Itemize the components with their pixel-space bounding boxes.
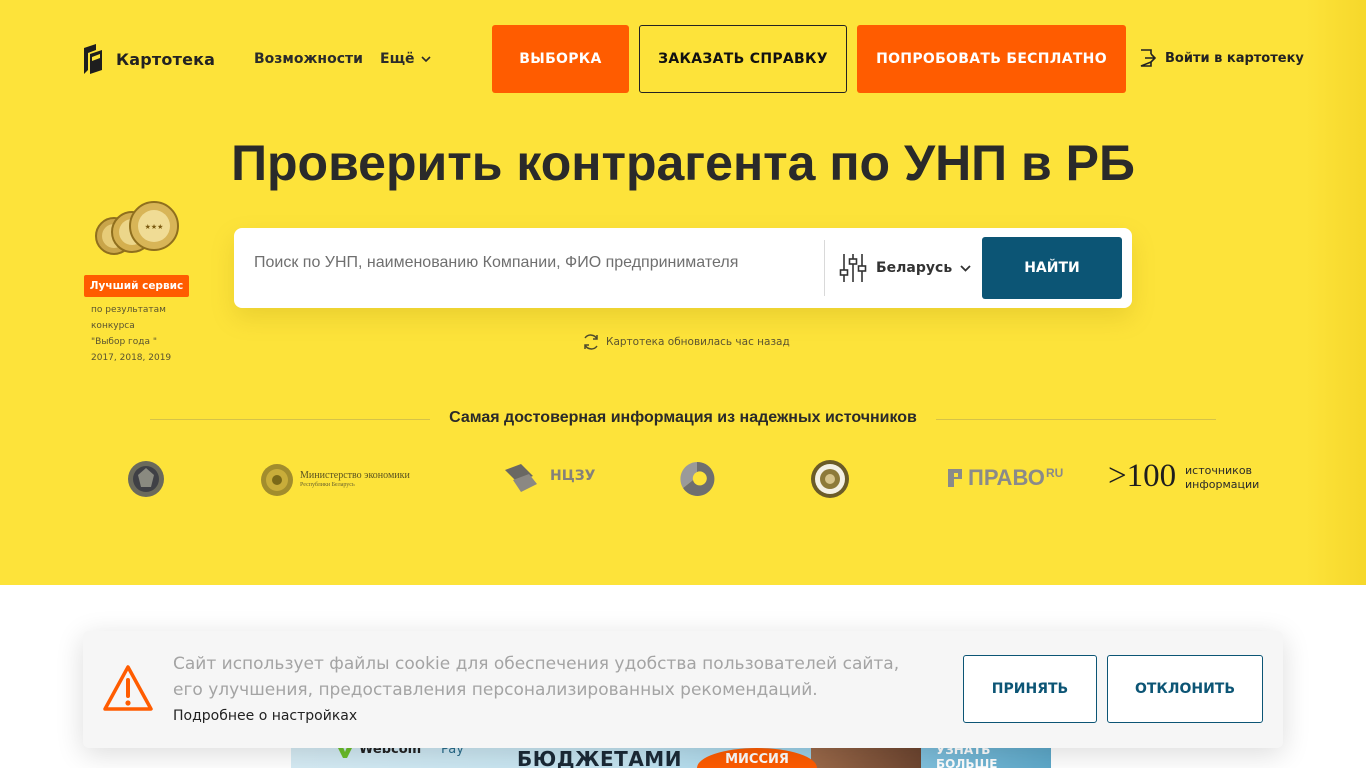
- warning-icon: [103, 665, 153, 711]
- selection-button[interactable]: ВЫБОРКА: [492, 25, 629, 93]
- country-label: Беларусь: [876, 260, 953, 276]
- pravo-name: ПРАВО: [968, 465, 1045, 490]
- update-status-text: Картотека обновилась час назад: [606, 336, 790, 348]
- ministry-subtitle: Республики Беларусь: [300, 482, 355, 488]
- hero-section: Картотека Возможности Ещё ВЫБОРКА ЗАКАЗА…: [0, 0, 1366, 585]
- sources-count-label-line: источников: [1185, 464, 1253, 477]
- chevron-down-icon: [420, 56, 431, 62]
- accept-cookies-button[interactable]: ПРИНЯТЬ: [963, 655, 1097, 723]
- award-badge: Лучший сервис: [84, 275, 189, 297]
- find-button[interactable]: НАЙТИ: [982, 237, 1122, 299]
- ad-headline: БЮДЖЕТАМИ: [517, 747, 682, 768]
- sources-count-label-line: информации: [1185, 478, 1260, 491]
- brand-logo[interactable]: Картотека: [84, 44, 215, 74]
- search-divider: [824, 240, 825, 296]
- registry-logo-icon: [680, 461, 715, 496]
- try-free-button[interactable]: ПОПРОБОВАТЬ БЕСПЛАТНО: [857, 25, 1126, 93]
- cookie-text: Сайт использует файлы cookie для обеспеч…: [173, 654, 900, 700]
- nav-more-dropdown[interactable]: Ещё: [380, 51, 431, 67]
- award-note: по результатам конкурса "Выбор года " 20…: [91, 302, 191, 366]
- page-title: Проверить контрагента по УНП в РБ: [231, 135, 1135, 191]
- emblem-logo-icon: [128, 461, 164, 497]
- refresh-icon: [584, 334, 598, 350]
- svg-text:★★★: ★★★: [145, 223, 164, 231]
- nav-more-label: Ещё: [380, 51, 415, 67]
- award-note-line: конкурса: [91, 321, 135, 331]
- tax-emblem-icon: [811, 460, 849, 498]
- ncze-name: НЦЗУ: [550, 468, 596, 484]
- chevron-down-icon: [960, 264, 971, 272]
- login-label: Войти в картотеку: [1165, 50, 1304, 66]
- pravo-suffix: RU: [1046, 466, 1064, 480]
- award-note-line: по результатам: [91, 305, 166, 315]
- award-medals-icon: ★★★: [95, 201, 179, 255]
- sources-count-label: источников информации: [1185, 464, 1259, 492]
- brand-name: Картотека: [116, 49, 216, 69]
- decline-cookies-button[interactable]: ОТКЛОНИТЬ: [1107, 655, 1263, 723]
- order-report-button[interactable]: ЗАКАЗАТЬ СПРАВКУ: [639, 25, 847, 93]
- ministry-emblem-icon: [261, 464, 293, 496]
- ministry-name: Министерство экономики: [300, 470, 410, 481]
- logo-icon: [84, 44, 102, 74]
- search-input[interactable]: [254, 254, 814, 272]
- ad-commission-badge: МИССИЯ: [697, 748, 817, 768]
- nav-features-link[interactable]: Возможности: [254, 51, 363, 67]
- award-note-line: 2017, 2018, 2019: [91, 353, 172, 363]
- country-select[interactable]: Беларусь: [876, 260, 971, 276]
- cookie-banner: Сайт использует файлы cookie для обеспеч…: [83, 631, 1283, 748]
- login-icon: [1140, 49, 1156, 67]
- cookie-settings-link[interactable]: Подробнее о настройках: [173, 708, 357, 724]
- award-note-line: "Выбор года ": [91, 337, 158, 347]
- sources-title: Самая достоверная информация из надежных…: [449, 409, 917, 426]
- update-status: Картотека обновилась час назад: [582, 333, 790, 351]
- login-link[interactable]: Войти в картотеку: [1140, 49, 1304, 67]
- ncze-logo-icon: [505, 464, 537, 492]
- filter-sliders-icon[interactable]: [839, 253, 867, 283]
- pravo-logo-icon: [948, 469, 962, 487]
- sources-count: >100: [1108, 458, 1177, 494]
- search-bar: Беларусь НАЙТИ: [234, 228, 1132, 308]
- hero-edge-shade: [1306, 0, 1366, 585]
